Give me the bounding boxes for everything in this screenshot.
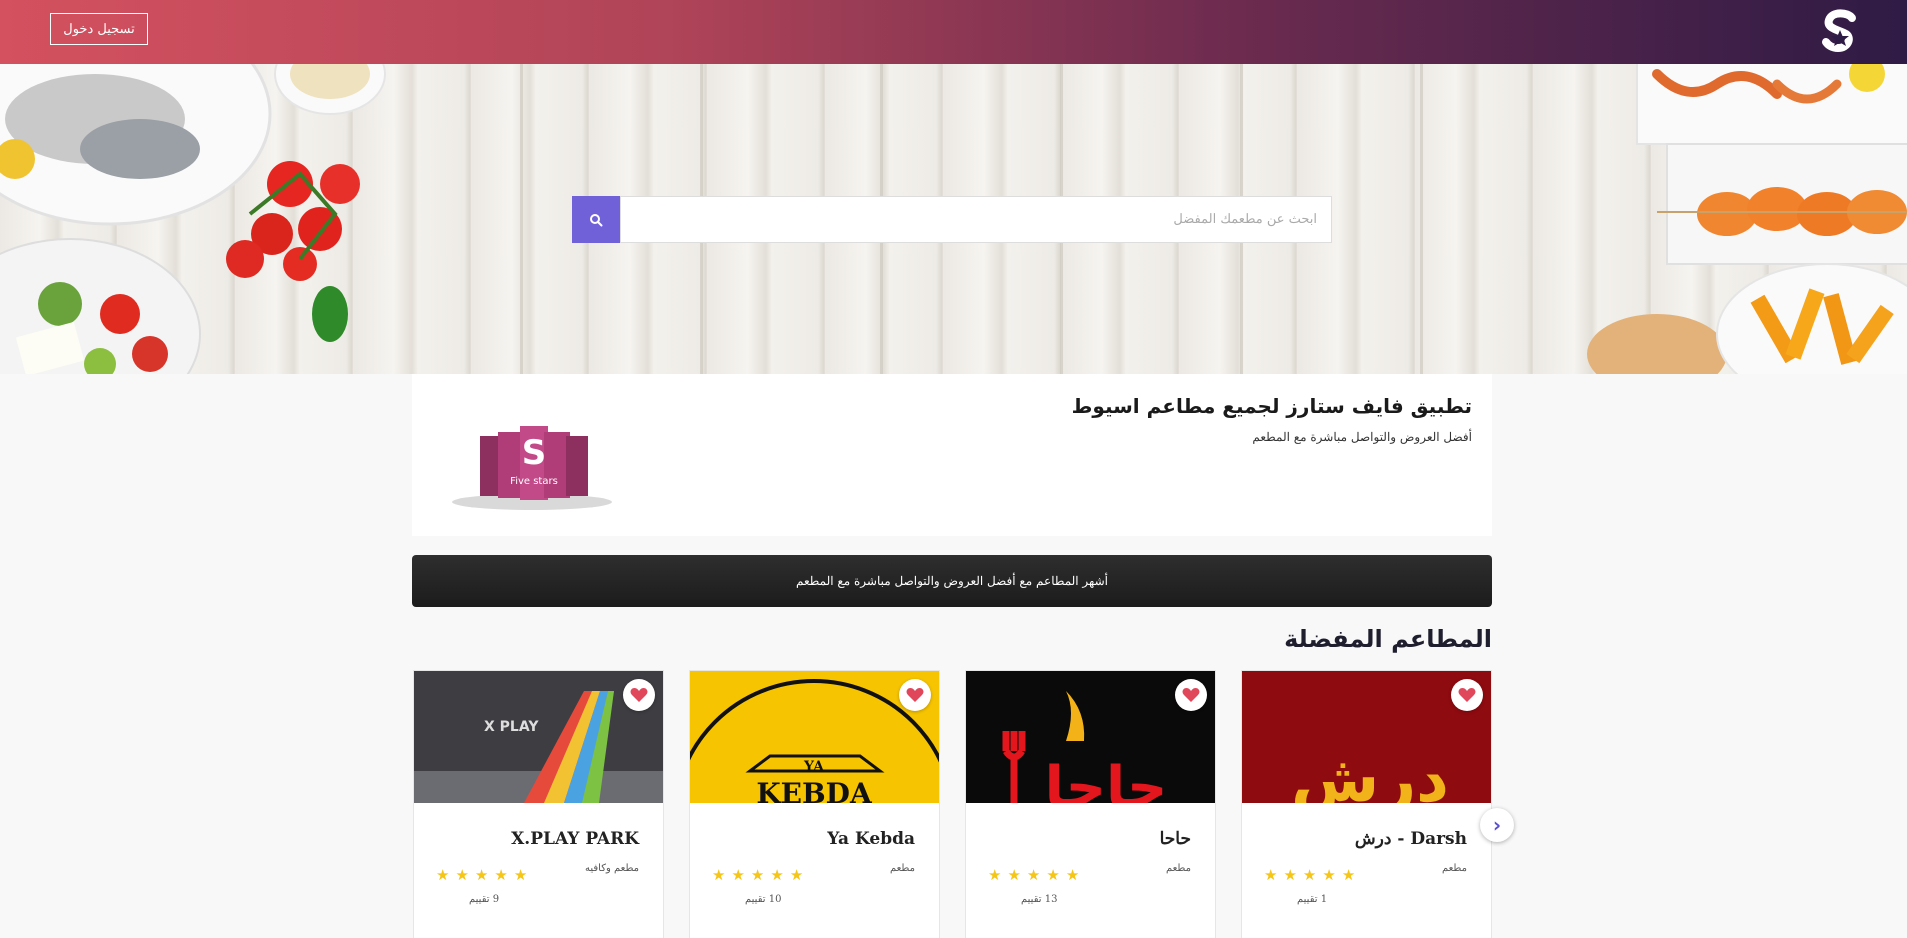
restaurant-image[interactable]: YA KEBDA: [690, 671, 939, 803]
favorite-button[interactable]: [1451, 679, 1483, 711]
svg-text:درش: درش: [1291, 743, 1449, 803]
restaurant-image[interactable]: حاحا: [966, 671, 1215, 803]
restaurant-category: مطعم وكافيه: [584, 863, 639, 874]
plank-line: [520, 64, 523, 374]
login-button[interactable]: تسجيل دخول: [50, 13, 148, 45]
fivestars-logo-icon[interactable]: [1818, 8, 1862, 58]
chevron-right-icon: ›: [1492, 813, 1502, 837]
search-bar: [572, 196, 1332, 243]
restaurant-card[interactable]: YA KEBDA Ya Kebda مطعم ★ ★ ★ ★ ★ 10 تقييم: [689, 670, 940, 938]
rating-count: 13 تقييم: [1021, 894, 1058, 905]
food-decoration-right: [1587, 64, 1907, 374]
intro-title: تطبيق فايف ستارز لجميع مطاعم اسيوط: [1071, 394, 1472, 418]
star-icon: ★: [789, 866, 804, 884]
heart-icon: [906, 688, 924, 702]
restaurant-name[interactable]: Ya Kebda: [827, 829, 915, 849]
favorites-title: المطاعم المفضلة: [1284, 625, 1492, 653]
star-icon: ★: [988, 866, 1002, 884]
star-icon: ★: [1007, 866, 1021, 884]
star-icon: ★: [513, 866, 528, 884]
rating-stars: ★ ★ ★ ★ ★: [1264, 868, 1355, 883]
star-icon: ★: [1322, 866, 1336, 884]
star-icon: ★: [712, 866, 726, 884]
star-icon: ★: [1046, 866, 1060, 884]
star-icon: ★: [1065, 866, 1080, 884]
star-icon: ★: [1341, 866, 1356, 884]
restaurant-card[interactable]: X PLAY X.PLAY PARK مطعم وكافيه ★ ★ ★ ★ ★ 9 ت…: [413, 670, 664, 938]
star-icon: ★: [750, 866, 765, 884]
rating-stars: ★ ★ ★ ★ ★: [988, 868, 1079, 883]
restaurant-image[interactable]: درش: [1242, 671, 1491, 803]
star-icon: ★: [770, 866, 784, 884]
star-icon: ★: [494, 866, 508, 884]
restaurant-name[interactable]: Darsh - درش: [1355, 829, 1467, 849]
plank-line: [1420, 64, 1423, 374]
restaurant-card[interactable]: حاحا حاحا مطعم ★ ★ ★ ★ ★ 13 تقييم: [965, 670, 1216, 938]
carousel-next-button[interactable]: ›: [1480, 808, 1514, 842]
info-banner: أشهر المطاعم مع أفضل العروض والتواصل مبا…: [412, 555, 1492, 607]
rating-stars: ★ ★ ★ ★ ★: [712, 868, 803, 883]
intro-subtitle: أفضل العروض والتواصل مباشرة مع المطعم: [1252, 430, 1472, 444]
top-navbar: تسجيل دخول: [0, 0, 1907, 64]
star-icon: ★: [455, 866, 469, 884]
intro-panel: تطبيق فايف ستارز لجميع مطاعم اسيوط أفضل …: [412, 374, 1492, 536]
star-icon: ★: [1283, 866, 1297, 884]
star-icon: ★: [474, 866, 489, 884]
restaurant-category: مطعم: [1165, 863, 1191, 874]
star-icon: ★: [1026, 866, 1041, 884]
star-icon: ★: [436, 866, 450, 884]
restaurant-name[interactable]: حاحا: [1160, 829, 1191, 849]
star-icon: ★: [731, 866, 745, 884]
rating-stars: ★ ★ ★ ★ ★: [436, 868, 527, 883]
restaurant-category: مطعم: [1441, 863, 1467, 874]
restaurant-card[interactable]: درش Darsh - درش مطعم ★ ★ ★ ★ ★ 1 تقييم: [1241, 670, 1492, 938]
restaurant-category: مطعم: [889, 863, 915, 874]
restaurant-image[interactable]: X PLAY: [414, 671, 663, 803]
hero-section: [0, 64, 1907, 374]
favorite-button[interactable]: [899, 679, 931, 711]
food-decoration-left: [0, 64, 386, 374]
svg-text:YA: YA: [803, 759, 825, 775]
svg-text:KEBDA: KEBDA: [756, 777, 873, 803]
heart-icon: [1458, 688, 1476, 702]
star-icon: ★: [1264, 866, 1278, 884]
rating-count: 10 تقييم: [745, 894, 782, 905]
svg-text:حاحا: حاحا: [1045, 755, 1168, 803]
svg-text:S: S: [522, 433, 547, 473]
rating-count: 9 تقييم: [469, 894, 500, 905]
heart-icon: [630, 688, 648, 702]
search-button[interactable]: [572, 196, 620, 243]
svg-text:X PLAY: X PLAY: [484, 719, 539, 735]
rating-count: 1 تقييم: [1297, 894, 1328, 905]
favorite-button[interactable]: [623, 679, 655, 711]
fivestars-3d-logo-icon: S Five stars: [452, 426, 612, 510]
logo-text: Five stars: [510, 476, 558, 487]
restaurant-name[interactable]: X.PLAY PARK: [511, 829, 639, 849]
search-icon: [590, 213, 603, 226]
star-icon: ★: [1302, 866, 1317, 884]
heart-icon: [1182, 688, 1200, 702]
favorite-button[interactable]: [1175, 679, 1207, 711]
search-input[interactable]: [620, 196, 1332, 243]
